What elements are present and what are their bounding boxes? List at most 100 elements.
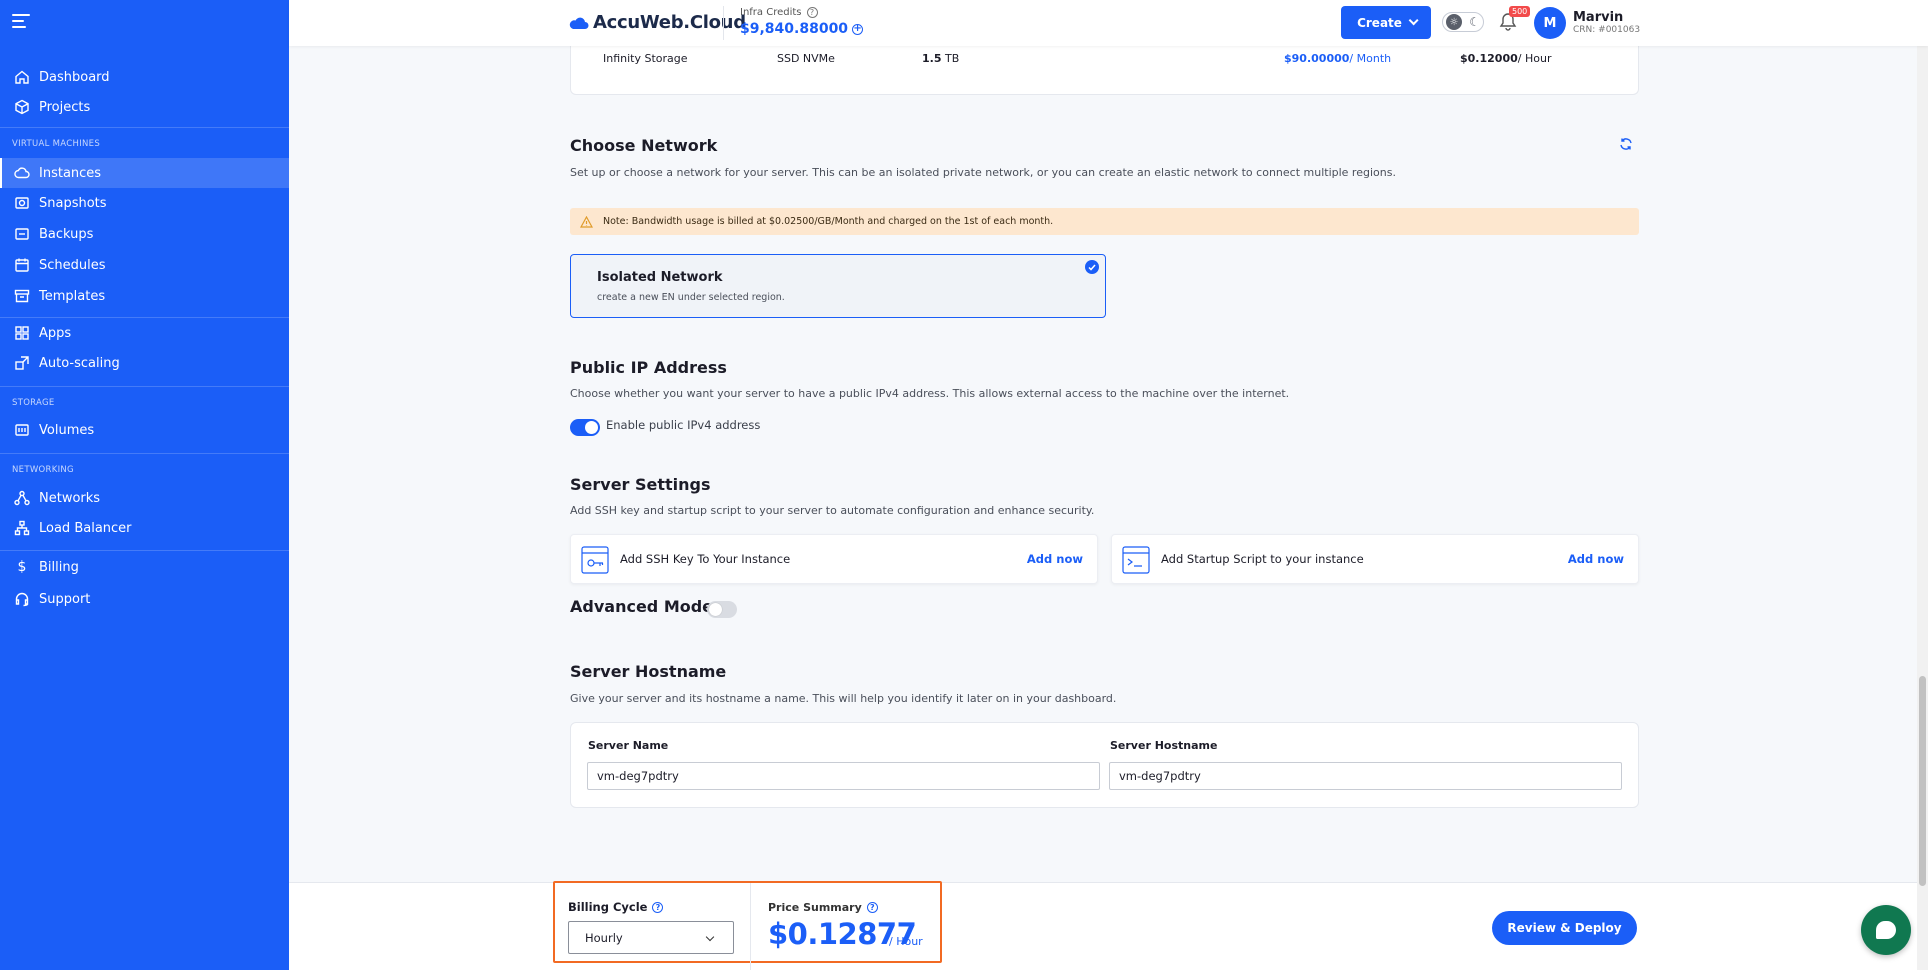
storage-hourly-value: $0.12000	[1460, 52, 1518, 65]
chat-icon	[1876, 921, 1896, 939]
server-hostname-input[interactable]	[1109, 762, 1622, 790]
sidebar-item-auto-scaling[interactable]: Auto-scaling	[0, 348, 289, 378]
warning-icon	[580, 215, 593, 228]
storage-size-unit: TB	[945, 52, 960, 65]
help-icon[interactable]: ?	[806, 7, 818, 18]
choose-network-desc: Set up or choose a network for your serv…	[570, 166, 1396, 179]
section-label-storage: STORAGE	[12, 398, 55, 408]
logo[interactable]: AccuWeb.Cloud	[569, 12, 746, 33]
billing-cycle-label: Billing Cycle ?	[568, 900, 664, 914]
sidebar-item-label: Support	[39, 591, 91, 607]
sidebar-item-label: Projects	[39, 99, 91, 115]
scale-icon	[14, 355, 30, 371]
hostname-card: Server Name Server Hostname	[570, 722, 1639, 808]
sun-icon: ☼	[1446, 14, 1462, 30]
sidebar-item-instances[interactable]: Instances	[0, 158, 289, 188]
server-name-input[interactable]	[587, 762, 1100, 790]
menu-icon[interactable]	[12, 14, 30, 28]
sidebar-item-label: Load Balancer	[39, 520, 132, 536]
isolated-network-option[interactable]: Isolated Network create a new EN under s…	[570, 254, 1106, 318]
server-settings-title: Server Settings	[570, 475, 711, 494]
billing-cycle-select[interactable]: Hourly	[568, 921, 734, 954]
storage-hourly: $0.12000/ Hour	[1460, 52, 1551, 65]
ssh-key-add-link[interactable]: Add now	[1027, 552, 1083, 566]
advanced-mode-toggle[interactable]	[707, 601, 737, 618]
sidebar-item-label: Schedules	[39, 257, 106, 273]
server-hostname-label: Server Hostname	[1110, 739, 1218, 752]
scrollbar-thumb[interactable]	[1919, 676, 1926, 886]
storage-type: SSD NVMe	[777, 52, 835, 65]
credits-label: Infra Credits ?	[740, 7, 818, 18]
choose-network-title: Choose Network	[570, 136, 718, 155]
billing-help-icon[interactable]: ?	[652, 901, 664, 913]
sidebar-item-volumes[interactable]: Volumes	[0, 415, 289, 445]
review-deploy-button[interactable]: Review & Deploy	[1492, 911, 1637, 945]
storage-monthly-value: $90.00000	[1284, 52, 1350, 65]
grid-icon	[14, 325, 30, 341]
sidebar-item-label: Snapshots	[39, 195, 107, 211]
theme-toggle[interactable]: ☼ ☾	[1442, 12, 1484, 32]
startup-script-add-link[interactable]: Add now	[1568, 552, 1624, 566]
server-name-label: Server Name	[588, 739, 669, 752]
sidebar-item-support[interactable]: Support	[0, 584, 289, 614]
sidebar-item-load-balancer[interactable]: Load Balancer	[0, 513, 289, 543]
network-option-title: Isolated Network	[597, 270, 723, 285]
storage-name: Infinity Storage	[603, 52, 688, 65]
balancer-icon	[14, 520, 30, 536]
chevron-down-icon	[1408, 15, 1419, 26]
refresh-icon[interactable]	[1619, 137, 1633, 151]
storage-size: 1.5 TB	[922, 52, 959, 65]
sidebar-item-label: Instances	[39, 165, 102, 181]
billing-cycle-label-text: Billing Cycle	[568, 900, 648, 914]
dollar-icon: $	[17, 559, 27, 575]
sidebar-item-snapshots[interactable]: Snapshots	[0, 188, 289, 218]
server-hostname-title: Server Hostname	[570, 662, 727, 681]
storage-size-value: 1.5	[922, 52, 942, 65]
server-hostname-desc: Give your server and its hostname a name…	[570, 692, 1117, 705]
storage-monthly-unit: / Month	[1349, 52, 1392, 65]
ssh-key-card[interactable]: Add SSH Key To Your Instance Add now	[570, 534, 1098, 584]
storage-hourly-unit: / Hour	[1517, 52, 1552, 65]
sidebar-item-schedules[interactable]: Schedules	[0, 250, 289, 280]
bandwidth-note: Note: Bandwidth usage is billed at $0.02…	[570, 208, 1639, 235]
public-ip-desc: Choose whether you want your server to h…	[570, 387, 1290, 400]
sidebar-item-templates[interactable]: Templates	[0, 281, 289, 311]
sidebar-item-apps[interactable]: Apps	[0, 318, 289, 348]
sidebar-item-projects[interactable]: Projects	[0, 92, 289, 122]
section-label-virtual-machines: VIRTUAL MACHINES	[12, 139, 101, 149]
sidebar-item-label: Dashboard	[39, 69, 110, 85]
chat-button[interactable]	[1861, 905, 1911, 955]
moon-icon: ☾	[1469, 15, 1480, 29]
billing-cycle-value: Hourly	[585, 930, 623, 945]
sidebar-item-label: Billing	[39, 559, 79, 575]
terminal-icon	[1122, 546, 1150, 574]
price-help-icon[interactable]: ?	[866, 902, 878, 913]
add-credits-icon[interactable]: +	[852, 23, 864, 35]
credits-amount: $9,840.88000	[740, 21, 849, 37]
sidebar-item-backups[interactable]: Backups	[0, 219, 289, 249]
scrollbar[interactable]	[1917, 0, 1928, 970]
network-icon	[14, 490, 30, 506]
calendar-icon	[14, 257, 30, 273]
sidebar-item-dashboard[interactable]: Dashboard	[0, 62, 289, 92]
sidebar-item-networks[interactable]: Networks	[0, 483, 289, 513]
credits-value: $9,840.88000 +	[740, 21, 864, 37]
avatar[interactable]: M	[1534, 7, 1566, 39]
snapshot-icon	[14, 195, 30, 211]
public-ip-toggle[interactable]	[570, 419, 600, 436]
sidebar-item-label: Backups	[39, 226, 94, 242]
cube-icon	[14, 99, 30, 115]
section-label-networking: NETWORKING	[12, 465, 74, 475]
startup-script-card[interactable]: Add Startup Script to your instance Add …	[1111, 534, 1639, 584]
chevron-down-icon	[705, 932, 715, 942]
cloud-logo-icon	[569, 17, 589, 29]
sidebar-item-label: Auto-scaling	[39, 355, 120, 371]
public-ip-title: Public IP Address	[570, 358, 727, 377]
home-icon	[14, 69, 30, 85]
user-crn: CRN: #001063	[1573, 25, 1641, 35]
price-summary-label-text: Price Summary	[768, 901, 862, 914]
create-button[interactable]: Create	[1341, 6, 1431, 39]
sidebar-item-billing[interactable]: $ Billing	[0, 552, 289, 582]
user-name[interactable]: Marvin	[1573, 10, 1623, 25]
footer-bar: Billing Cycle ? Hourly Price Summary ? $…	[289, 881, 1928, 970]
